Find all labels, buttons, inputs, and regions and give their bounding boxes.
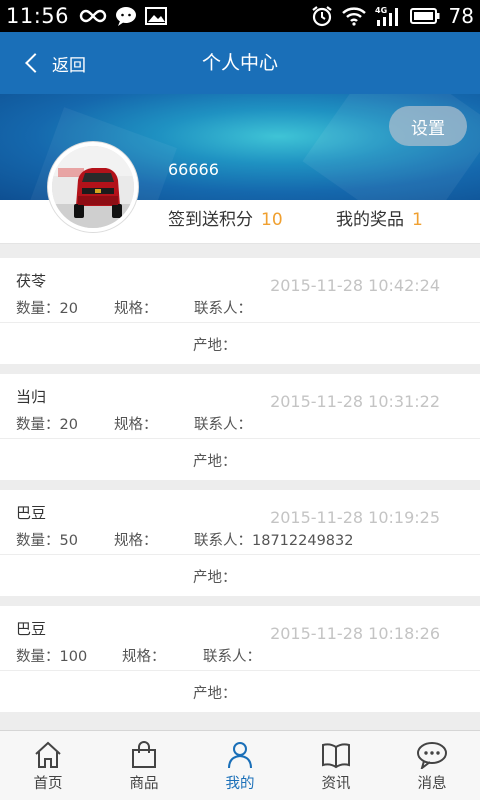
item-contact: 联系人： bbox=[203, 649, 261, 665]
divider bbox=[0, 322, 480, 323]
item-quantity: 数量：100 bbox=[16, 649, 88, 665]
avatar[interactable] bbox=[48, 142, 138, 232]
back-label: 返回 bbox=[52, 55, 86, 76]
nav-messages-label: 消息 bbox=[417, 776, 447, 792]
nav-products[interactable]: 商品 bbox=[96, 731, 192, 800]
wifi-icon bbox=[341, 7, 366, 26]
chat-icon bbox=[116, 7, 137, 26]
item-spec: 规格： bbox=[114, 417, 158, 433]
nav-news-label: 资讯 bbox=[321, 776, 351, 792]
book-icon bbox=[322, 743, 350, 769]
nav-mine[interactable]: 我的 bbox=[192, 731, 288, 800]
item-quantity: 数量：20 bbox=[16, 301, 78, 317]
item-spec: 规格： bbox=[122, 649, 166, 665]
person-icon bbox=[228, 742, 252, 769]
checkin-points-value: 10 bbox=[261, 210, 283, 230]
chat-bubble-icon bbox=[417, 742, 447, 769]
item-date: 2015-11-28 10:42:24 bbox=[270, 276, 440, 295]
item-spec: 规格： bbox=[114, 533, 158, 549]
item-date: 2015-11-28 10:18:26 bbox=[270, 624, 440, 643]
item-origin: 产地： bbox=[193, 338, 237, 354]
status-bar: 11:56 4G 78 bbox=[0, 0, 480, 32]
item-origin: 产地： bbox=[193, 454, 237, 470]
divider bbox=[0, 670, 480, 671]
nav-home-label: 首页 bbox=[33, 776, 63, 792]
my-prizes-label: 我的奖品 bbox=[336, 210, 404, 230]
battery-level: 78 bbox=[448, 4, 474, 28]
nav-news[interactable]: 资讯 bbox=[288, 731, 384, 800]
item-spec: 规格： bbox=[114, 301, 158, 317]
item-origin: 产地： bbox=[193, 570, 237, 586]
divider bbox=[0, 554, 480, 555]
item-name: 巴豆 bbox=[16, 620, 47, 638]
item-quantity: 数量：20 bbox=[16, 417, 78, 433]
infinity-icon bbox=[79, 9, 107, 23]
my-prizes-value: 1 bbox=[412, 210, 423, 230]
settings-button[interactable]: 设置 bbox=[389, 106, 467, 146]
item-contact: 联系人： bbox=[194, 301, 252, 317]
shopping-bag-icon bbox=[132, 741, 156, 768]
my-prizes[interactable]: 我的奖品 1 bbox=[336, 200, 423, 240]
item-contact: 联系人：18712249832 bbox=[194, 533, 354, 549]
home-icon bbox=[35, 741, 61, 768]
status-time: 11:56 bbox=[6, 4, 70, 28]
nav-home[interactable]: 首页 bbox=[0, 731, 96, 800]
back-button[interactable]: 返回 bbox=[22, 32, 86, 94]
checkin-points[interactable]: 签到送积分 10 bbox=[168, 200, 283, 240]
item-name: 茯苓 bbox=[16, 272, 47, 290]
list-item[interactable]: 巴豆 2015-11-28 10:19:25 数量：50 规格： 联系人：187… bbox=[0, 490, 480, 596]
item-date: 2015-11-28 10:31:22 bbox=[270, 392, 440, 411]
svg-text:4G: 4G bbox=[375, 6, 387, 15]
username: 66666 bbox=[168, 160, 219, 179]
battery-icon bbox=[409, 8, 440, 24]
gallery-icon bbox=[145, 7, 168, 25]
item-quantity: 数量：50 bbox=[16, 533, 78, 549]
item-name: 当归 bbox=[16, 388, 47, 406]
bottom-nav: 首页 商品 我的 资讯 消息 bbox=[0, 730, 480, 800]
list-item[interactable]: 巴豆 2015-11-28 10:18:26 数量：100 规格： 联系人： 产… bbox=[0, 606, 480, 712]
item-contact: 联系人： bbox=[194, 417, 252, 433]
title-bar: 个人中心 返回 bbox=[0, 32, 480, 94]
nav-messages[interactable]: 消息 bbox=[384, 731, 480, 800]
signal-4g-icon: 4G bbox=[375, 6, 398, 26]
divider bbox=[0, 438, 480, 439]
list-item[interactable]: 当归 2015-11-28 10:31:22 数量：20 规格： 联系人： 产地… bbox=[0, 374, 480, 480]
item-date: 2015-11-28 10:19:25 bbox=[270, 508, 440, 527]
avatar-car-image bbox=[52, 146, 134, 228]
nav-mine-label: 我的 bbox=[225, 776, 255, 792]
nav-products-label: 商品 bbox=[129, 776, 159, 792]
item-origin: 产地： bbox=[193, 686, 237, 702]
alarm-icon bbox=[311, 6, 332, 27]
chevron-left-icon bbox=[25, 53, 45, 73]
item-name: 巴豆 bbox=[16, 504, 47, 522]
list-item[interactable]: 茯苓 2015-11-28 10:42:24 数量：20 规格： 联系人： 产地… bbox=[0, 258, 480, 364]
checkin-points-label: 签到送积分 bbox=[168, 210, 253, 230]
